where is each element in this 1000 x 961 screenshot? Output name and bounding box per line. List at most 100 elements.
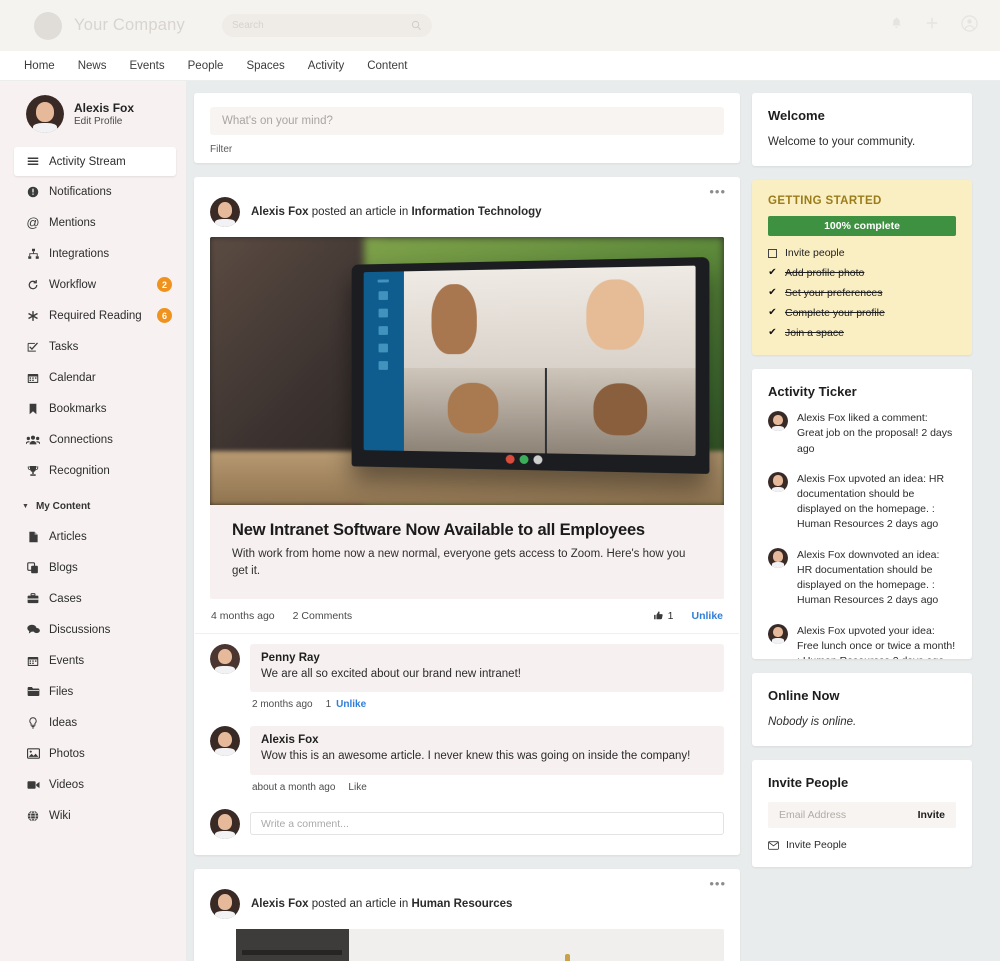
nav-item-spaces[interactable]: Spaces (246, 60, 284, 72)
post-comment-count[interactable]: 2 Comments (293, 610, 353, 622)
post-action: posted an article in (309, 898, 412, 910)
post-hero-image[interactable] (210, 929, 724, 961)
sidebar-item-wiki[interactable]: Wiki (0, 800, 186, 831)
comment-like-button[interactable]: Like (348, 782, 366, 793)
activity-ticker-title: Activity Ticker (768, 384, 956, 399)
top-header: Your Company Search (0, 0, 1000, 51)
post-menu-icon[interactable]: ••• (709, 185, 726, 198)
invite-people-link[interactable]: Invite People (768, 839, 956, 851)
post-space[interactable]: Human Resources (411, 898, 512, 910)
ticker-item[interactable]: Alexis Fox downvoted an idea: HR documen… (768, 548, 956, 609)
sidebar-item-required-reading[interactable]: Required Reading6 (0, 300, 186, 331)
checklist-item[interactable]: ✔Join a space (768, 327, 956, 339)
checklist-item[interactable]: ✔Add profile photo (768, 267, 956, 279)
brand[interactable]: Your Company (34, 12, 214, 40)
sidebar-item-connections[interactable]: Connections (0, 424, 186, 455)
post-author[interactable]: Alexis Fox (251, 206, 309, 218)
avatar[interactable] (210, 726, 240, 756)
sidebar-item-label: Videos (49, 779, 172, 791)
invite-button[interactable]: Invite (918, 809, 945, 821)
post-title[interactable]: New Intranet Software Now Available to a… (232, 521, 702, 540)
post-author[interactable]: Alexis Fox (251, 898, 309, 910)
avatar (768, 472, 788, 492)
sidebar-item-files[interactable]: Files (0, 676, 186, 707)
list-icon (26, 156, 40, 168)
sidebar-item-bookmarks[interactable]: Bookmarks (0, 393, 186, 424)
company-name: Your Company (74, 16, 185, 35)
comment-author[interactable]: Penny Ray (261, 652, 713, 664)
post-space[interactable]: Information Technology (411, 206, 541, 218)
ticker-item[interactable]: Alexis Fox upvoted your idea: Free lunch… (768, 624, 956, 660)
plus-icon[interactable] (925, 16, 939, 35)
checklist-item-label: Set your preferences (785, 287, 882, 299)
sidebar-item-tasks[interactable]: Tasks (0, 331, 186, 362)
status-placeholder: What's on your mind? (222, 115, 333, 127)
edit-profile-link[interactable]: Edit Profile (74, 116, 134, 127)
sidebar-item-label: Activity Stream (49, 156, 162, 168)
filter-button[interactable]: Filter (210, 144, 724, 155)
ticker-item[interactable]: Alexis Fox upvoted an idea: HR documenta… (768, 472, 956, 533)
nav-item-content[interactable]: Content (367, 60, 407, 72)
sidebar-item-photos[interactable]: Photos (0, 738, 186, 769)
sidebar-item-activity-stream[interactable]: Activity Stream (14, 147, 176, 176)
bookmark-icon (26, 403, 40, 415)
sidebar-item-workflow[interactable]: Workflow2 (0, 269, 186, 300)
checklist-item-label: Add profile photo (785, 267, 864, 279)
status-input[interactable]: What's on your mind? (210, 107, 724, 135)
account-icon[interactable] (961, 15, 978, 37)
avatar (210, 809, 240, 839)
like-number: 1 (668, 610, 674, 622)
checklist-item[interactable]: ✔Set your preferences (768, 287, 956, 299)
sidebar-item-videos[interactable]: Videos (0, 769, 186, 800)
ticker-item[interactable]: Alexis Fox liked a comment: Great job on… (768, 411, 956, 457)
sidebar-item-notifications[interactable]: Notifications (0, 176, 186, 207)
trophy-icon (26, 465, 40, 477)
nav-item-people[interactable]: People (188, 60, 224, 72)
sidebar-item-discussions[interactable]: Discussions (0, 614, 186, 645)
checklist-item[interactable]: Invite people (768, 247, 956, 259)
bell-icon[interactable] (890, 16, 903, 35)
image-icon (26, 748, 40, 759)
profile-summary[interactable]: Alexis Fox Edit Profile (0, 95, 186, 133)
sidebar-item-calendar[interactable]: Calendar (0, 362, 186, 393)
nav-item-home[interactable]: Home (24, 60, 55, 72)
nav-item-events[interactable]: Events (129, 60, 164, 72)
sidebar-item-mentions[interactable]: @Mentions (0, 207, 186, 238)
sidebar-item-recognition[interactable]: Recognition (0, 455, 186, 486)
sidebar-nav-list: Activity Stream Notifications@MentionsInt… (0, 147, 186, 486)
post-text: New Intranet Software Now Available to a… (210, 505, 724, 599)
comments-icon (26, 624, 40, 635)
avatar (26, 95, 64, 133)
comment-like-button[interactable]: Unlike (336, 699, 366, 710)
post-like-button[interactable]: Unlike (691, 610, 723, 622)
comment-author[interactable]: Alexis Fox (261, 734, 713, 746)
post-hero-image[interactable] (210, 237, 724, 505)
sidebar-item-articles[interactable]: Articles (0, 521, 186, 552)
sidebar-item-ideas[interactable]: Ideas (0, 707, 186, 738)
checklist-item-label: Join a space (785, 327, 844, 339)
post-header: Alexis Fox posted an article in Human Re… (194, 869, 740, 929)
email-field[interactable]: Email Address Invite (768, 802, 956, 828)
checklist-item[interactable]: ✔Complete your profile (768, 307, 956, 319)
sidebar-item-cases[interactable]: Cases (0, 583, 186, 614)
sidebar-item-label: Cases (49, 593, 172, 605)
sidebar-item-events[interactable]: Events (0, 645, 186, 676)
search-input[interactable]: Search (222, 14, 432, 37)
comment-input[interactable]: Write a comment... (250, 812, 724, 835)
getting-started-widget: GETTING STARTED 100% complete Invite peo… (752, 180, 972, 355)
progress-bar: 100% complete (768, 216, 956, 236)
comment-list: Penny Ray We are all so excited about ou… (194, 634, 740, 853)
comment-bubble: Alexis Fox Wow this is an awesome articl… (250, 726, 724, 775)
envelope-icon (768, 841, 779, 850)
comment-item: Alexis Fox Wow this is an awesome articl… (210, 726, 724, 805)
avatar[interactable] (210, 644, 240, 674)
nav-item-news[interactable]: News (78, 60, 107, 72)
thumbs-up-icon (653, 610, 664, 621)
sidebar-group-my-content[interactable]: ▼ My Content (0, 491, 186, 521)
avatar[interactable] (210, 889, 240, 919)
post-menu-icon[interactable]: ••• (709, 877, 726, 890)
avatar[interactable] (210, 197, 240, 227)
nav-item-activity[interactable]: Activity (308, 60, 344, 72)
sidebar-item-blogs[interactable]: Blogs (0, 552, 186, 583)
sidebar-item-integrations[interactable]: Integrations (0, 238, 186, 269)
